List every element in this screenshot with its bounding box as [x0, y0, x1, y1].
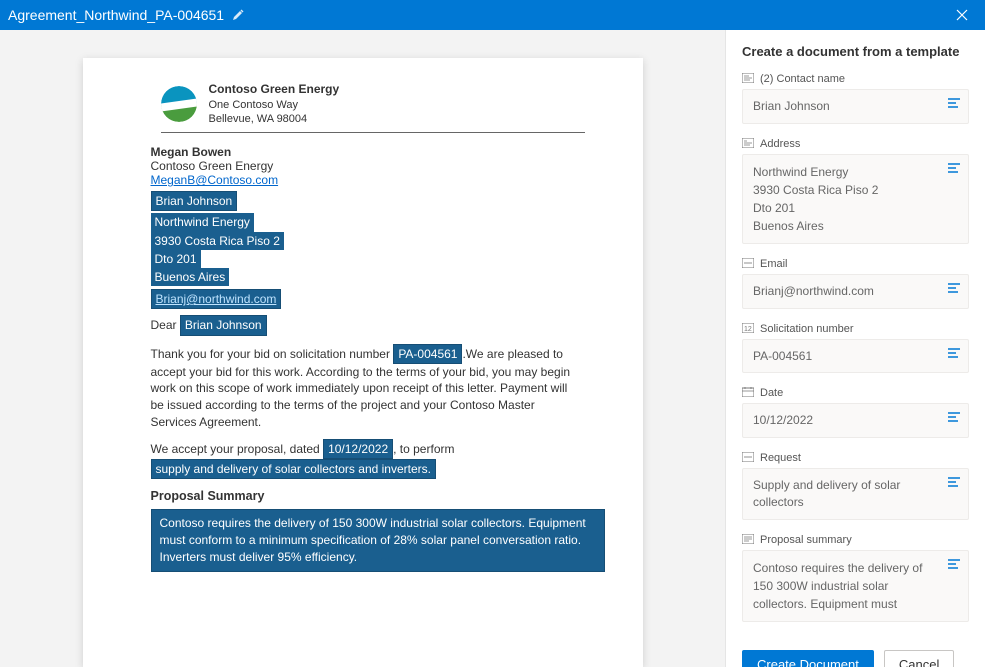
summary-field[interactable]: Contoso requires the delivery of 150 300…	[742, 550, 969, 622]
date-field-icon	[742, 387, 754, 399]
solicitation-value: PA-004561	[753, 349, 812, 363]
edit-icon[interactable]	[232, 9, 244, 21]
text-field-icon	[742, 73, 754, 85]
accept-date: 10/12/2022	[323, 439, 393, 459]
multiline-field-icon	[742, 534, 754, 546]
contact-field[interactable]: Brian Johnson	[742, 89, 969, 124]
address-line2: 3930 Costa Rica Piso 2	[753, 181, 938, 199]
summary-text: Contoso requires the delivery of 150 300…	[151, 509, 605, 571]
text-field-icon	[742, 452, 754, 464]
to-name-highlight: Brian Johnson	[151, 191, 238, 211]
panel-heading: Create a document from a template	[742, 44, 969, 59]
to-addr2: Dto 201	[151, 250, 201, 268]
email-value: Brianj@northwind.com	[753, 284, 874, 298]
solicitation-label: Solicitation number	[760, 323, 854, 335]
company-addr1: One Contoso Way	[209, 98, 340, 112]
to-email-highlight: Brianj@northwind.com	[151, 289, 282, 309]
from-company: Contoso Green Energy	[151, 159, 575, 173]
svg-text:12: 12	[744, 326, 752, 333]
contact-value: Brian Johnson	[753, 99, 830, 113]
create-document-button[interactable]: Create Document	[742, 650, 874, 667]
field-menu-icon[interactable]	[948, 283, 960, 293]
date-field[interactable]: 10/12/2022	[742, 403, 969, 438]
solicitation-highlight: PA-004561	[393, 344, 462, 364]
request-field[interactable]: Supply and delivery of solar collectors	[742, 468, 969, 520]
email-label: Email	[760, 258, 788, 270]
accept-b: , to perform	[393, 442, 454, 456]
solicitation-field[interactable]: PA-004561	[742, 339, 969, 374]
from-name: Megan Bowen	[151, 145, 575, 159]
summary-heading: Proposal Summary	[151, 489, 575, 503]
para1-a: Thank you for your bid on solicitation n…	[151, 347, 390, 361]
address-field-icon	[742, 138, 754, 150]
titlebar: Agreement_Northwind_PA-004651	[0, 0, 985, 30]
address-line3: Dto 201	[753, 199, 938, 217]
field-menu-icon[interactable]	[948, 559, 960, 569]
field-menu-icon[interactable]	[948, 412, 960, 422]
summary-value: Contoso requires the delivery of 150 300…	[753, 561, 922, 611]
email-field[interactable]: Brianj@northwind.com	[742, 274, 969, 309]
address-field[interactable]: Northwind Energy 3930 Costa Rica Piso 2 …	[742, 154, 969, 244]
document-title: Agreement_Northwind_PA-004651	[8, 7, 224, 23]
to-email[interactable]: Brianj@northwind.com	[156, 292, 277, 306]
from-email[interactable]: MeganB@Contoso.com	[151, 173, 279, 187]
field-menu-icon[interactable]	[948, 477, 960, 487]
salutation-name: Brian Johnson	[180, 315, 267, 335]
to-addr1: 3930 Costa Rica Piso 2	[151, 232, 284, 250]
document-page: Contoso Green Energy One Contoso Way Bel…	[83, 58, 643, 667]
to-city: Buenos Aires	[151, 268, 230, 286]
contact-label: (2) Contact name	[760, 73, 845, 85]
company-name: Contoso Green Energy	[209, 82, 340, 98]
field-menu-icon[interactable]	[948, 163, 960, 173]
summary-label: Proposal summary	[760, 534, 852, 546]
address-line1: Northwind Energy	[753, 163, 938, 181]
salutation-prefix: Dear	[151, 318, 177, 332]
company-addr2: Bellevue, WA 98004	[209, 112, 340, 126]
number-field-icon: 12	[742, 323, 754, 335]
template-panel: Create a document from a template (2) Co…	[725, 30, 985, 667]
accept-a: We accept your proposal, dated	[151, 442, 320, 456]
email-field-icon	[742, 258, 754, 270]
request-highlight: supply and delivery of solar collectors …	[151, 459, 436, 479]
letterhead: Contoso Green Energy One Contoso Way Bel…	[161, 82, 585, 133]
to-company: Northwind Energy	[151, 213, 254, 231]
company-logo	[161, 86, 197, 122]
close-button[interactable]	[947, 0, 977, 30]
date-label: Date	[760, 387, 783, 399]
cancel-button[interactable]: Cancel	[884, 650, 954, 667]
field-menu-icon[interactable]	[948, 348, 960, 358]
date-value: 10/12/2022	[753, 413, 813, 427]
document-preview-area: Contoso Green Energy One Contoso Way Bel…	[0, 30, 725, 667]
request-value: Supply and delivery of solar collectors	[753, 478, 900, 509]
address-line4: Buenos Aires	[753, 217, 938, 235]
address-label: Address	[760, 138, 800, 150]
request-label: Request	[760, 452, 801, 464]
field-menu-icon[interactable]	[948, 98, 960, 108]
